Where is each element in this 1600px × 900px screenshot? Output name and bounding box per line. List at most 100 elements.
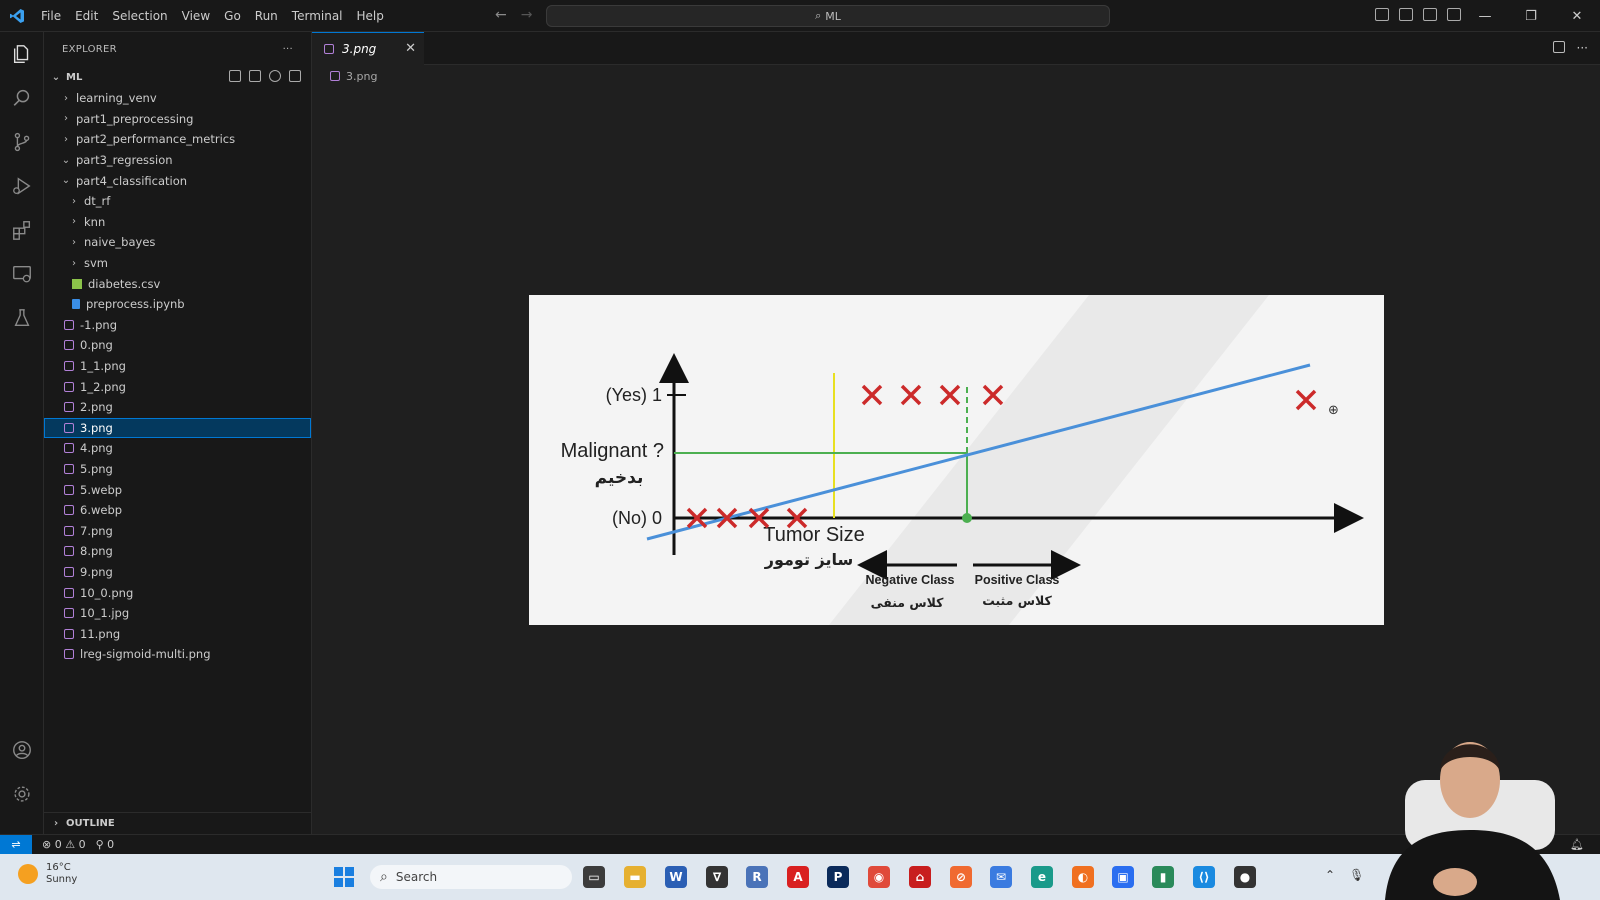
vivaldi-icon[interactable]: ∇ xyxy=(706,866,728,888)
tree-file[interactable]: 10_0.png xyxy=(44,582,311,603)
source-control-icon[interactable] xyxy=(10,130,34,154)
menu-item-edit[interactable]: Edit xyxy=(68,9,105,23)
tree-file[interactable]: 6.webp xyxy=(44,500,311,521)
tree-file[interactable]: 5.webp xyxy=(44,479,311,500)
tree-file[interactable]: 1_2.png xyxy=(44,376,311,397)
photoshop-icon[interactable]: P xyxy=(827,866,849,888)
tree-file[interactable]: -1.png xyxy=(44,315,311,336)
zoom-icon[interactable]: ▣ xyxy=(1112,866,1134,888)
settings-gear-icon[interactable] xyxy=(10,782,34,806)
menu-item-help[interactable]: Help xyxy=(350,9,391,23)
accounts-icon[interactable] xyxy=(10,738,34,762)
word-icon[interactable]: W xyxy=(665,866,687,888)
toggle-secondary-sidebar-icon[interactable] xyxy=(1423,8,1437,21)
chevron-right-icon: › xyxy=(64,133,68,145)
messenger-icon[interactable]: ✉ xyxy=(990,866,1012,888)
testing-icon[interactable] xyxy=(10,306,34,330)
tree-file[interactable]: 4.png xyxy=(44,438,311,459)
acrobat-icon[interactable]: A xyxy=(787,866,809,888)
file-manager-icon[interactable]: ▭ xyxy=(583,866,605,888)
collapse-all-icon[interactable] xyxy=(289,70,301,82)
tree-item-label: 11.png xyxy=(80,626,121,641)
taskbar-search[interactable]: ⌕ Search xyxy=(370,865,572,889)
chrome-icon[interactable]: ◉ xyxy=(868,866,890,888)
split-editor-icon[interactable] xyxy=(1552,41,1565,53)
command-center-search[interactable]: ⌕ ML xyxy=(546,5,1110,27)
tree-file[interactable]: 8.png xyxy=(44,541,311,562)
tree-folder[interactable]: › learning_venv xyxy=(44,88,311,109)
toggle-primary-sidebar-icon[interactable] xyxy=(1375,8,1389,21)
tree-folder[interactable]: › dt_rf xyxy=(44,191,311,212)
tree-file[interactable]: 10_1.jpg xyxy=(44,603,311,624)
ports-status[interactable]: ⚲ 0 xyxy=(96,838,115,851)
explorer-more-actions-icon[interactable]: ··· xyxy=(283,44,293,55)
pdf-icon[interactable]: ⌂ xyxy=(909,866,931,888)
image-file-icon xyxy=(64,525,74,536)
new-file-icon[interactable] xyxy=(229,70,241,82)
tree-file[interactable]: 5.png xyxy=(44,459,311,480)
tree-file[interactable]: 0.png xyxy=(44,335,311,356)
customize-layout-icon[interactable] xyxy=(1447,8,1461,21)
tree-file[interactable]: 3.png xyxy=(44,417,311,439)
tree-folder[interactable]: › naive_bayes xyxy=(44,232,311,253)
search-icon[interactable] xyxy=(10,86,34,110)
menu-item-run[interactable]: Run xyxy=(248,9,285,23)
restore-icon[interactable]: ❐ xyxy=(1508,0,1554,32)
tree-file[interactable]: 2.png xyxy=(44,397,311,418)
close-window-icon[interactable]: ✕ xyxy=(1554,0,1600,32)
r-icon[interactable]: R xyxy=(746,866,768,888)
mic-app-icon[interactable]: ▮ xyxy=(1152,866,1174,888)
tree-file[interactable]: 9.png xyxy=(44,562,311,583)
tree-item-label: 9.png xyxy=(80,564,113,579)
outline-section[interactable]: › OUTLINE xyxy=(44,812,311,834)
minimize-icon[interactable]: — xyxy=(1462,0,1508,32)
file-explorer-icon[interactable]: ▬ xyxy=(624,866,646,888)
logistic-regression-figure: (Yes) 1 (No) 0 Malignant ? بدخیم Tumor S… xyxy=(529,295,1384,625)
tray-expand-icon[interactable]: ⌃ xyxy=(1325,868,1335,882)
tab-3-png[interactable]: 3.png ✕ xyxy=(312,32,424,65)
menu-item-view[interactable]: View xyxy=(175,9,217,23)
tree-folder[interactable]: › part1_preprocessing xyxy=(44,109,311,130)
tree-folder[interactable]: › part2_performance_metrics xyxy=(44,129,311,150)
tree-file[interactable]: lreg-sigmoid-multi.png xyxy=(44,644,311,665)
menu-item-terminal[interactable]: Terminal xyxy=(285,9,350,23)
run-and-debug-icon[interactable] xyxy=(10,174,34,198)
forward-arrow-icon[interactable]: → xyxy=(521,7,533,23)
image-preview[interactable]: (Yes) 1 (No) 0 Malignant ? بدخیم Tumor S… xyxy=(529,295,1384,625)
davinci-icon[interactable]: ● xyxy=(1234,866,1256,888)
remote-explorer-icon[interactable] xyxy=(10,262,34,286)
extensions-icon[interactable] xyxy=(10,218,34,242)
refresh-icon[interactable] xyxy=(269,70,281,82)
workspace-root-folder[interactable]: ⌄ ML xyxy=(44,66,311,88)
microphone-icon[interactable]: 🎙︎ xyxy=(1349,868,1364,882)
toggle-panel-icon[interactable] xyxy=(1399,8,1413,21)
tree-file[interactable]: preprocess.ipynb xyxy=(44,294,311,315)
remote-indicator-icon[interactable]: ⇌ xyxy=(0,835,32,854)
tree-file[interactable]: 11.png xyxy=(44,623,311,644)
weather-widget[interactable]: 16°C Sunny xyxy=(18,862,77,886)
image-file-icon xyxy=(64,566,74,577)
tree-file[interactable]: 1_1.png xyxy=(44,356,311,377)
start-button[interactable] xyxy=(334,867,354,887)
explorer-icon[interactable] xyxy=(10,42,34,66)
breadcrumb-file[interactable]: 3.png xyxy=(346,70,377,83)
postman-icon[interactable]: ⊘ xyxy=(950,866,972,888)
tree-folder[interactable]: › knn xyxy=(44,212,311,233)
tab-close-icon[interactable]: ✕ xyxy=(405,41,416,56)
tree-folder[interactable]: ⌄ part4_classification xyxy=(44,170,311,191)
menu-item-file[interactable]: File xyxy=(34,9,68,23)
edge-icon[interactable]: e xyxy=(1031,866,1053,888)
chevron-down-icon: ⌄ xyxy=(61,154,71,166)
firefox-icon[interactable]: ◐ xyxy=(1072,866,1094,888)
errors-warnings-status[interactable]: ⊗ 0 ⚠ 0 xyxy=(42,838,86,851)
new-folder-icon[interactable] xyxy=(249,70,261,82)
back-arrow-icon[interactable]: ← xyxy=(495,7,507,23)
tree-file[interactable]: diabetes.csv xyxy=(44,273,311,294)
tree-file[interactable]: 7.png xyxy=(44,520,311,541)
vscode-taskbar-icon[interactable]: ⟨⟩ xyxy=(1193,866,1215,888)
tree-folder[interactable]: ⌄ part3_regression xyxy=(44,150,311,171)
tree-folder[interactable]: › svm xyxy=(44,253,311,274)
editor-more-actions-icon[interactable]: ··· xyxy=(1577,41,1588,55)
menu-item-go[interactable]: Go xyxy=(217,9,248,23)
menu-item-selection[interactable]: Selection xyxy=(105,9,174,23)
